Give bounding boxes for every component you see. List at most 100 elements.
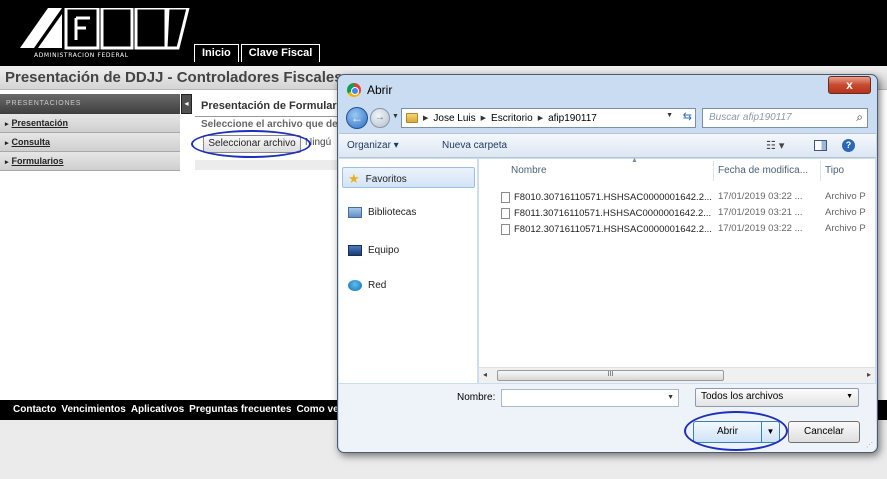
column-divider[interactable] (713, 161, 714, 181)
folder-icon (406, 113, 418, 123)
footer-link-aplicativos[interactable]: Aplicativos (131, 404, 184, 415)
horizontal-scrollbar[interactable]: ◂ III ▸ (479, 367, 875, 383)
address-dropdown-icon[interactable]: ▼ (666, 112, 673, 119)
footer-links: Contacto Vencimientos Aplicativos Pregun… (13, 404, 351, 415)
top-nav: Inicio Clave Fiscal (194, 44, 322, 62)
breadcrumb-afip190117[interactable]: afip190117 (548, 113, 597, 124)
nav-item-favoritos[interactable]: ★ Favoritos (348, 171, 407, 187)
breadcrumb-jose-luis[interactable]: Jose Luis (433, 113, 475, 124)
sidebar-item-label: Formularios (11, 156, 64, 166)
tab-inicio[interactable]: Inicio (194, 44, 239, 62)
refresh-icon[interactable]: ⇆ (683, 110, 692, 123)
address-bar[interactable]: ▶ Jose Luis ▶ Escritorio ▶ afip190117 ▼ … (401, 108, 696, 128)
scrollbar-thumb[interactable]: III (497, 370, 724, 381)
tab-clave-fiscal[interactable]: Clave Fiscal (240, 44, 321, 62)
page-title: Presentación de DDJJ - Controladores Fis… (5, 69, 343, 86)
sidebar-item-consulta[interactable]: ▸ Consulta (0, 133, 180, 152)
divider (195, 160, 340, 170)
filename-input[interactable]: ▼ (501, 389, 679, 407)
resize-grip-icon[interactable]: ⋰ (866, 441, 873, 449)
search-icon[interactable]: ⌕ (856, 110, 863, 125)
sidebar-item-formularios[interactable]: ▸ Formularios (0, 152, 180, 171)
highlight-circle (684, 411, 788, 451)
dialog-footer: Nombre: ▼ Todos los archivos ▼ Abrir ▼ C… (339, 384, 876, 452)
file-type: Archivo P (825, 207, 866, 218)
forward-arrow-icon[interactable]: → (370, 108, 390, 128)
file-list: ▲ Nombre Fecha de modifica... Tipo F8010… (479, 157, 875, 383)
nav-item-bibliotecas[interactable]: Bibliotecas (348, 207, 416, 218)
sidebar-item-presentacion[interactable]: ▸ Presentación (0, 114, 180, 133)
column-header-date[interactable]: Fecha de modifica... (718, 159, 808, 183)
history-dropdown-icon[interactable]: ▼ (392, 113, 399, 120)
sort-ascending-icon: ▲ (631, 157, 638, 164)
column-header-type[interactable]: Tipo (825, 159, 844, 183)
divider (195, 116, 340, 117)
dialog-titlebar[interactable]: Abrir (347, 83, 392, 97)
section-title: Presentación de Formulario (201, 100, 347, 112)
computer-icon (348, 245, 362, 256)
search-input[interactable]: Buscar afip190117 ⌕ (702, 108, 868, 128)
star-icon: ★ (348, 171, 360, 186)
nav-item-equipo[interactable]: Equipo (348, 245, 399, 256)
sidebar-collapse-icon[interactable]: ◂ (181, 94, 192, 114)
footer-link-faq[interactable]: Preguntas frecuentes (189, 404, 291, 415)
file-date: 17/01/2019 03:21 ... (718, 207, 803, 218)
dialog-title: Abrir (367, 83, 393, 97)
footer-link-contacto[interactable]: Contacto (13, 404, 56, 415)
file-date: 17/01/2019 03:22 ... (718, 223, 803, 234)
library-icon (348, 207, 362, 218)
help-icon[interactable]: ? (842, 139, 855, 152)
column-divider[interactable] (820, 161, 821, 181)
dialog-toolbar: Organizar ▾ Nueva carpeta ☷ ▾ ? (339, 133, 876, 158)
nav-item-label: Favoritos (365, 173, 407, 185)
sidebar-item-label: Consulta (11, 137, 51, 147)
navigation-pane: ★ Favoritos Bibliotecas Equipo Red (339, 159, 478, 383)
address-row: ← → ▼ ▶ Jose Luis ▶ Escritorio ▶ afip190… (344, 105, 871, 131)
scroll-right-icon[interactable]: ▸ (867, 370, 871, 379)
breadcrumb-separator-icon[interactable]: ▶ (481, 114, 486, 122)
file-row[interactable]: F8012.30716110571.HSHSAC0000001642.2... (501, 222, 712, 237)
back-arrow-icon[interactable]: ← (346, 107, 368, 129)
breadcrumb-separator-icon[interactable]: ▶ (538, 114, 543, 122)
column-header-name[interactable]: ▲ Nombre (511, 157, 638, 183)
nav-item-label: Red (368, 280, 387, 291)
open-file-dialog: Abrir x ← → ▼ ▶ Jose Luis ▶ Escritorio ▶… (337, 74, 878, 453)
sidebar: PRESENTACIONES ▸ Presentación ▸ Consulta ▸… (0, 94, 180, 171)
network-icon (348, 280, 362, 291)
chevron-right-icon: ▸ (5, 140, 9, 147)
nav-item-label: Bibliotecas (368, 207, 417, 218)
scroll-left-icon[interactable]: ◂ (483, 370, 487, 379)
file-icon (501, 192, 510, 203)
file-row[interactable]: F8011.30716110571.HSHSAC0000001642.2... (501, 206, 711, 221)
file-type-filter[interactable]: Todos los archivos ▼ (695, 388, 859, 407)
view-options-icon[interactable]: ☷ ▾ (766, 139, 784, 152)
preview-pane-icon[interactable] (814, 140, 827, 151)
close-button[interactable]: x (828, 76, 871, 94)
file-name: F8010.30716110571.HSHSAC0000001642.2... (514, 192, 712, 203)
nav-item-label: Equipo (368, 245, 400, 256)
cancel-button[interactable]: Cancelar (788, 421, 860, 443)
chevron-right-icon: ▸ (5, 159, 9, 166)
organize-menu[interactable]: Organizar ▾ (347, 140, 399, 151)
logo-text: ADMINISTRACION FEDERAL (34, 52, 129, 59)
sidebar-item-label: Presentación (11, 118, 69, 128)
file-type: Archivo P (825, 223, 866, 234)
breadcrumb-escritorio[interactable]: Escritorio (491, 113, 533, 124)
nav-item-red[interactable]: Red (348, 280, 386, 291)
file-name: F8012.30716110571.HSHSAC0000001642.2... (514, 224, 712, 235)
chrome-icon (347, 83, 361, 97)
file-row[interactable]: F8010.30716110571.HSHSAC0000001642.2... (501, 190, 712, 205)
chevron-down-icon[interactable]: ▼ (667, 394, 674, 401)
chevron-right-icon: ▸ (5, 121, 9, 128)
file-date: 17/01/2019 03:22 ... (718, 191, 803, 202)
footer-link-vencimientos[interactable]: Vencimientos (61, 404, 125, 415)
filename-label: Nombre: (457, 392, 496, 403)
file-type: Archivo P (825, 191, 866, 202)
search-placeholder: Buscar afip190117 (709, 112, 792, 123)
chevron-down-icon: ▼ (846, 393, 853, 400)
sidebar-header: PRESENTACIONES (0, 94, 180, 114)
file-name: F8011.30716110571.HSHSAC0000001642.2... (514, 208, 712, 219)
breadcrumb-separator-icon[interactable]: ▶ (423, 114, 428, 122)
new-folder-button[interactable]: Nueva carpeta (442, 140, 507, 151)
filter-value: Todos los archivos (701, 391, 784, 402)
